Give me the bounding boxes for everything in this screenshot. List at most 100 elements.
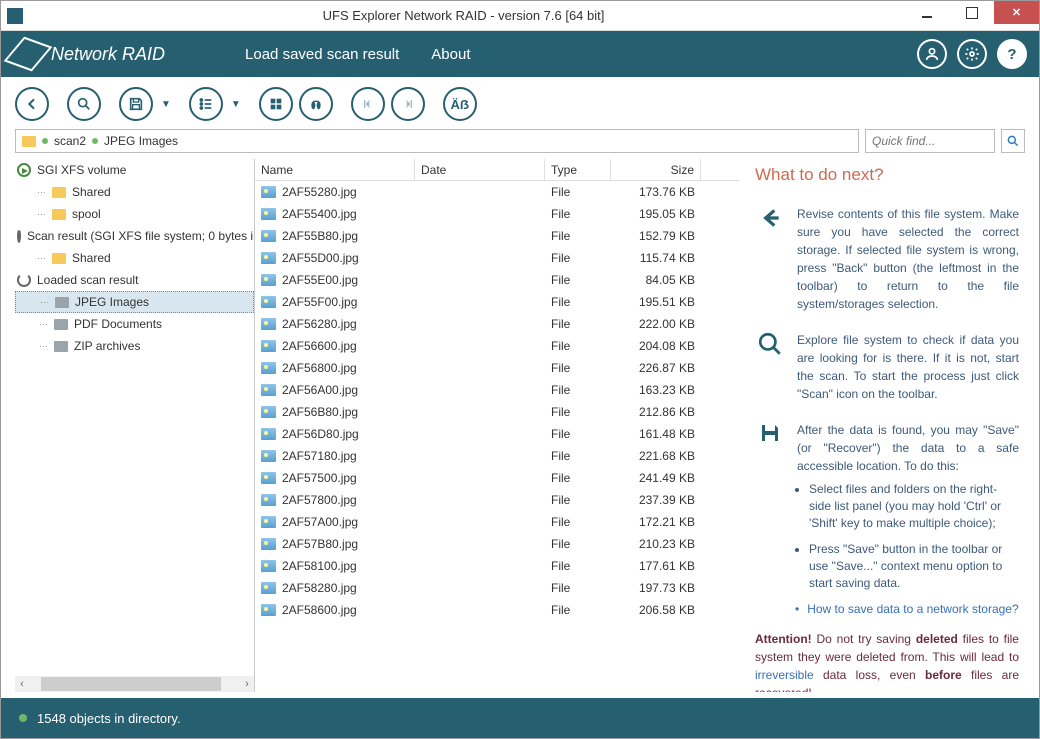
- window-title: UFS Explorer Network RAID - version 7.6 …: [23, 8, 904, 23]
- info-link[interactable]: How to save data to a network storage?: [795, 602, 1019, 616]
- prev-button[interactable]: [351, 87, 385, 121]
- file-row[interactable]: 2AF57800.jpgFile237.39 KB: [255, 489, 739, 511]
- save-dropdown-icon[interactable]: ▼: [161, 99, 171, 110]
- menu-load-scan[interactable]: Load saved scan result: [245, 46, 399, 63]
- tree-item[interactable]: SGI XFS volume: [15, 159, 254, 181]
- column-date[interactable]: Date: [415, 159, 545, 180]
- file-type: File: [545, 603, 611, 617]
- file-row[interactable]: 2AF57B80.jpgFile210.23 KB: [255, 533, 739, 555]
- file-row[interactable]: 2AF57500.jpgFile241.49 KB: [255, 467, 739, 489]
- file-list-header[interactable]: Name Date Type Size: [255, 159, 739, 181]
- file-size: 222.00 KB: [611, 317, 701, 331]
- info-text-1: Revise contents of this file system. Mak…: [797, 205, 1019, 313]
- find-button[interactable]: [299, 87, 333, 121]
- file-row[interactable]: 2AF58600.jpgFile206.58 KB: [255, 599, 739, 621]
- settings-button[interactable]: [957, 39, 987, 69]
- column-type[interactable]: Type: [545, 159, 611, 180]
- file-row[interactable]: 2AF58280.jpgFile197.73 KB: [255, 577, 739, 599]
- file-row[interactable]: 2AF56D80.jpgFile161.48 KB: [255, 423, 739, 445]
- maximize-button[interactable]: [949, 1, 994, 24]
- file-row[interactable]: 2AF55B80.jpgFile152.79 KB: [255, 225, 739, 247]
- tree-item[interactable]: ⋯spool: [15, 203, 254, 225]
- main-area: SGI XFS volume⋯Shared⋯spoolScan result (…: [1, 159, 1039, 692]
- file-type: File: [545, 405, 611, 419]
- tree-panel[interactable]: SGI XFS volume⋯Shared⋯spoolScan result (…: [15, 159, 255, 692]
- column-name[interactable]: Name: [255, 159, 415, 180]
- back-button[interactable]: [15, 87, 49, 121]
- scan-icon: [17, 229, 21, 243]
- file-name: 2AF56D80.jpg: [282, 427, 359, 441]
- file-row[interactable]: 2AF56800.jpg File226.87 KB: [255, 357, 739, 379]
- close-button[interactable]: [994, 1, 1039, 24]
- quick-find-box[interactable]: [865, 129, 995, 153]
- file-size: 221.68 KB: [611, 449, 701, 463]
- file-row[interactable]: 2AF57180.jpgFile221.68 KB: [255, 445, 739, 467]
- toolbar: ▼ ▼ Äẞ: [15, 87, 1025, 121]
- folder-icon: [52, 209, 66, 220]
- file-type: File: [545, 559, 611, 573]
- file-row[interactable]: 2AF56600.jpgFile204.08 KB: [255, 335, 739, 357]
- file-list-body[interactable]: 2AF55280.jpgFile173.76 KB2AF55400.jpgFil…: [255, 181, 739, 692]
- file-name: 2AF55280.jpg: [282, 185, 357, 199]
- minimize-button[interactable]: [904, 1, 949, 24]
- file-size: 241.49 KB: [611, 471, 701, 485]
- tree-toggle-icon[interactable]: ⋯: [37, 253, 46, 264]
- file-type: File: [545, 361, 611, 375]
- image-file-icon: [261, 296, 276, 308]
- tree-toggle-icon[interactable]: ⋯: [40, 297, 49, 308]
- info-list-item-1: Select files and folders on the right-si…: [809, 481, 1019, 531]
- tree-toggle-icon[interactable]: ⋯: [37, 209, 46, 220]
- file-row[interactable]: 2AF55D00.jpgFile115.74 KB: [255, 247, 739, 269]
- file-name: 2AF55D00.jpg: [282, 251, 359, 265]
- quick-find-button[interactable]: [1001, 129, 1025, 153]
- help-button[interactable]: ?: [997, 39, 1027, 69]
- image-file-icon: [261, 538, 276, 550]
- user-button[interactable]: [917, 39, 947, 69]
- status-dot-icon: [19, 714, 27, 722]
- file-name: 2AF58600.jpg: [282, 603, 357, 617]
- scan-button[interactable]: [67, 87, 101, 121]
- file-row[interactable]: 2AF55400.jpgFile195.05 KB: [255, 203, 739, 225]
- column-size[interactable]: Size: [611, 159, 701, 180]
- tree-toggle-icon[interactable]: ⋯: [39, 319, 48, 330]
- file-size: 226.87 KB: [611, 361, 701, 375]
- file-type: File: [545, 537, 611, 551]
- image-file-icon: [261, 472, 276, 484]
- tree-item[interactable]: Scan result (SGI XFS file system; 0 byte…: [15, 225, 254, 247]
- file-type: File: [545, 229, 611, 243]
- file-row[interactable]: 2AF56A00.jpgFile163.23 KB: [255, 379, 739, 401]
- tree-item[interactable]: Loaded scan result: [15, 269, 254, 291]
- quick-find-input[interactable]: [872, 134, 988, 148]
- tree-toggle-icon[interactable]: ⋯: [37, 187, 46, 198]
- tree-item[interactable]: ⋯PDF Documents: [15, 313, 254, 335]
- breadcrumb[interactable]: scan2 JPEG Images: [15, 129, 859, 153]
- tree-toggle-icon[interactable]: ⋯: [39, 341, 48, 352]
- arrow-left-icon: [755, 205, 785, 313]
- file-row[interactable]: 2AF56280.jpgFile222.00 KB: [255, 313, 739, 335]
- tree-item-label: JPEG Images: [75, 295, 149, 309]
- file-row[interactable]: 2AF55E00.jpgFile84.05 KB: [255, 269, 739, 291]
- tree-item[interactable]: ⋯Shared: [15, 247, 254, 269]
- file-type: File: [545, 515, 611, 529]
- view-dropdown-icon[interactable]: ▼: [231, 99, 241, 110]
- file-row[interactable]: 2AF55280.jpgFile173.76 KB: [255, 181, 739, 203]
- file-row[interactable]: 2AF57A00.jpgFile172.21 KB: [255, 511, 739, 533]
- tree-item[interactable]: ⋯ JPEG Images: [15, 291, 254, 313]
- file-row[interactable]: 2AF58100.jpgFile177.61 KB: [255, 555, 739, 577]
- info-warning: Attention! Do not try saving deleted fil…: [755, 630, 1019, 692]
- folder-icon: [22, 136, 36, 147]
- tree-horizontal-scrollbar[interactable]: ‹›: [15, 676, 254, 692]
- grid-button[interactable]: [259, 87, 293, 121]
- save-button[interactable]: [119, 87, 153, 121]
- file-size: 152.79 KB: [611, 229, 701, 243]
- file-name: 2AF56800.jpg: [282, 361, 357, 375]
- text-case-button[interactable]: Äẞ: [443, 87, 477, 121]
- menu-about[interactable]: About: [431, 46, 470, 63]
- next-button[interactable]: [391, 87, 425, 121]
- image-file-icon: [261, 406, 276, 418]
- file-row[interactable]: 2AF55F00.jpgFile195.51 KB: [255, 291, 739, 313]
- list-view-button[interactable]: [189, 87, 223, 121]
- file-row[interactable]: 2AF56B80.jpgFile212.86 KB: [255, 401, 739, 423]
- tree-item[interactable]: ⋯Shared: [15, 181, 254, 203]
- tree-item[interactable]: ⋯ZIP archives: [15, 335, 254, 357]
